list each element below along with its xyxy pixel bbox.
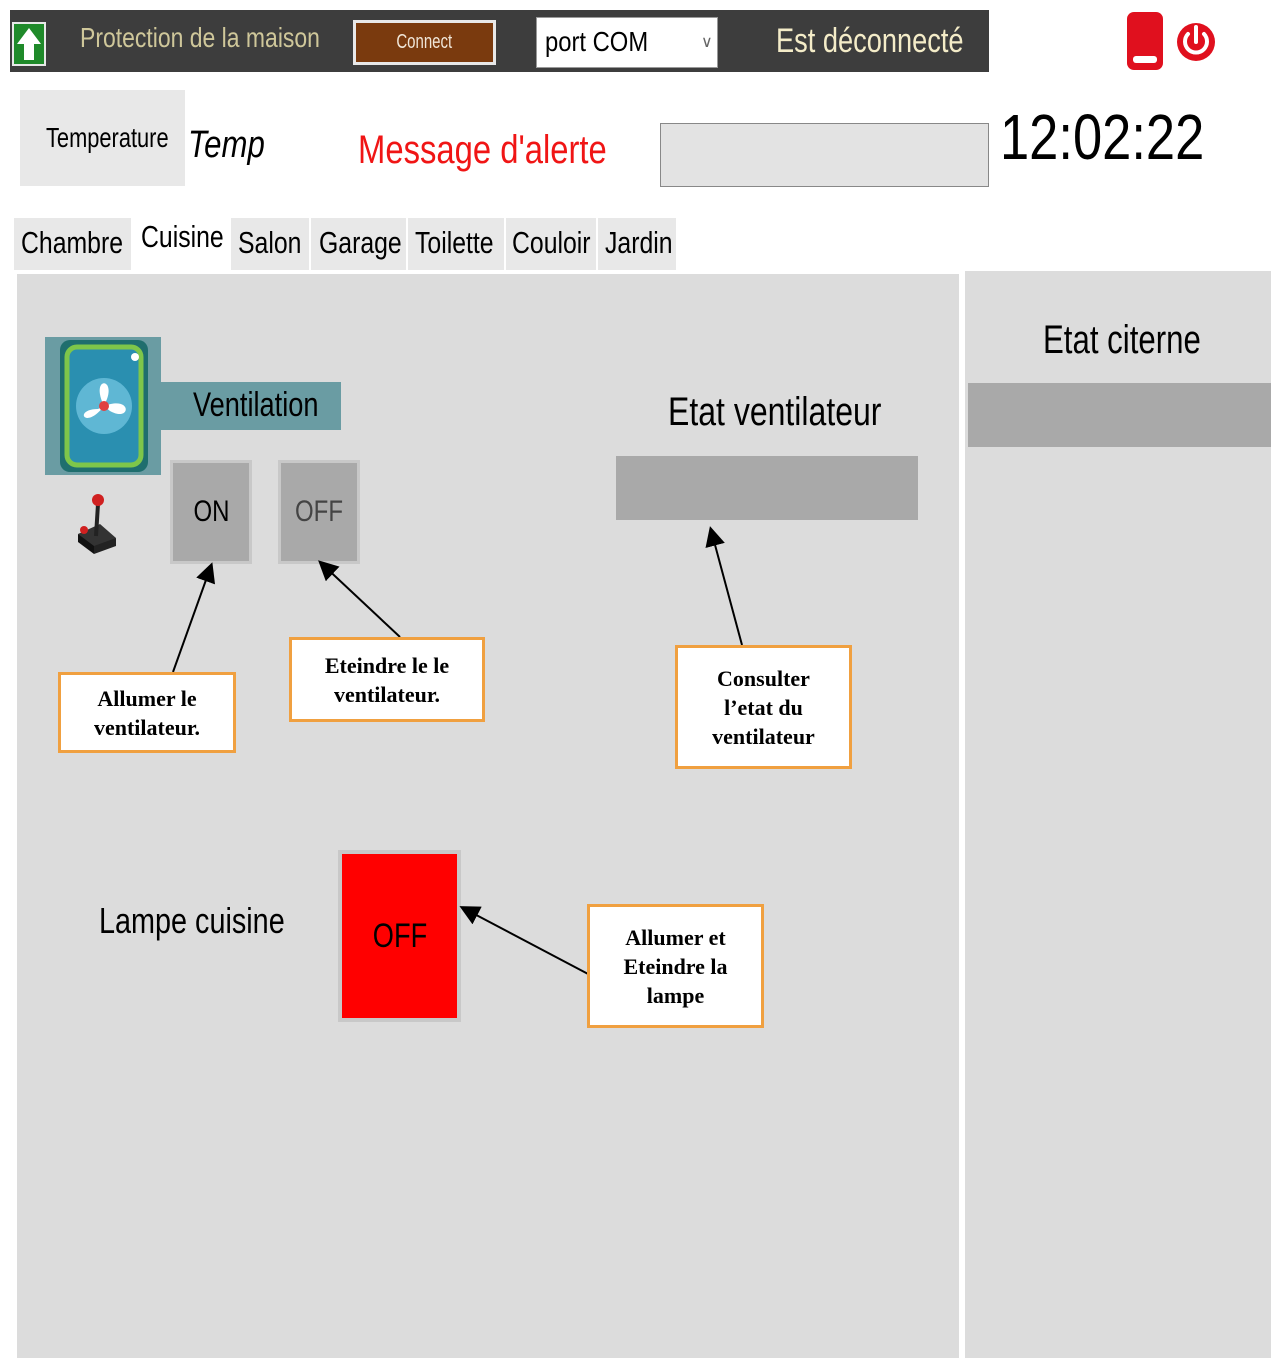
tab-chambre[interactable]: Chambre	[14, 218, 131, 270]
fan-state-field	[616, 456, 918, 520]
clock: 12:02:22	[1000, 101, 1205, 173]
fan-state-label: Etat ventilateur	[668, 390, 882, 434]
tab-cuisine[interactable]: Cuisine	[131, 212, 231, 272]
tab-garage[interactable]: Garage	[311, 218, 406, 270]
note-lamp: Allumer et Eteindre la lampe	[587, 904, 764, 1028]
fan-icon	[45, 337, 161, 475]
alert-message-field	[660, 123, 989, 187]
alert-message-label: Message d'alerte	[358, 128, 607, 172]
tab-toilette[interactable]: Toilette	[408, 218, 504, 270]
connection-status: Est déconnecté	[776, 22, 964, 60]
note-fan-state: Consulter l’etat du ventilateur	[675, 645, 852, 769]
connect-button-label: Connect	[396, 31, 453, 53]
port-select-value: port COM	[545, 26, 649, 57]
ventilation-label: Ventilation	[193, 386, 319, 424]
fan-on-button[interactable]: ON	[170, 460, 252, 564]
tab-salon[interactable]: Salon	[231, 218, 309, 270]
tab-couloir[interactable]: Couloir	[506, 218, 596, 270]
tab-jardin[interactable]: Jardin	[598, 218, 676, 270]
app-title: Protection de la maison	[80, 22, 320, 53]
exit-icon[interactable]	[1127, 12, 1163, 70]
power-icon[interactable]	[1175, 12, 1217, 72]
kitchen-lamp-toggle-button[interactable]: OFF	[338, 850, 461, 1022]
chevron-down-icon[interactable]: ∨	[701, 32, 713, 52]
window-left-edge	[0, 0, 10, 1358]
fan-off-button[interactable]: OFF	[278, 460, 360, 564]
joystick-icon	[74, 488, 118, 558]
note-fan-off: Eteindre le le ventilateur.	[289, 637, 485, 722]
home-up-arrow-icon	[17, 28, 41, 60]
home-button[interactable]	[12, 22, 46, 66]
tank-state-field	[968, 383, 1271, 447]
temperature-value: Temp	[188, 124, 265, 166]
temperature-label: Temperature	[46, 122, 169, 153]
tank-state-label: Etat citerne	[1043, 318, 1201, 362]
note-fan-on: Allumer le ventilateur.	[58, 672, 236, 753]
kitchen-lamp-label: Lampe cuisine	[99, 900, 285, 941]
connect-button[interactable]: Connect	[353, 20, 496, 65]
